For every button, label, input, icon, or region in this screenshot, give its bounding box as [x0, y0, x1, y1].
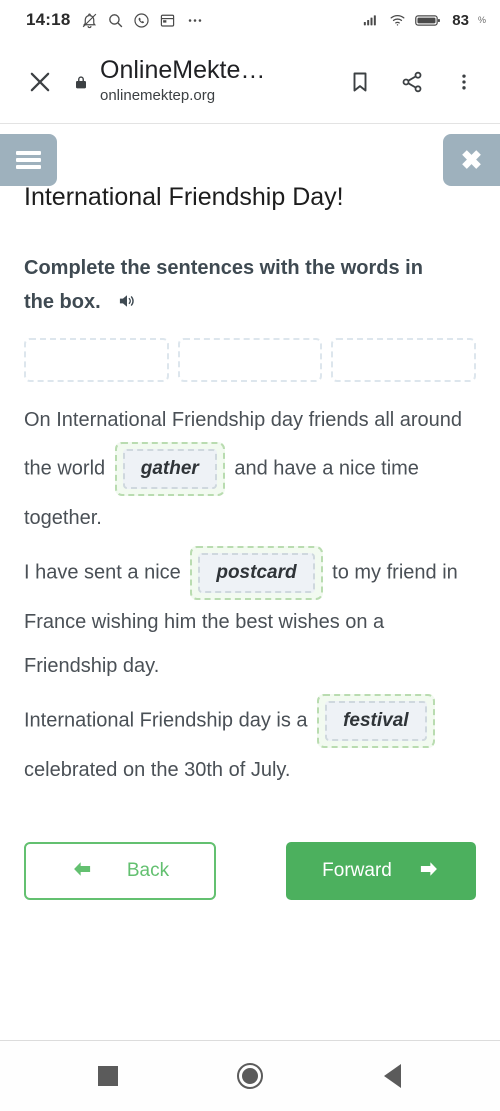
- answer-word-chip[interactable]: gather: [122, 449, 217, 490]
- word-bank-slot[interactable]: [331, 338, 477, 383]
- bookmark-icon[interactable]: [338, 60, 382, 104]
- navigation-buttons: Back Forward: [24, 842, 476, 901]
- status-bar-system-icons: 83 %: [361, 12, 486, 29]
- sentence-item: On International Friendship day friends …: [24, 398, 476, 540]
- lesson-content: ✖ International Friendship Day! Complete…: [0, 124, 500, 1040]
- browser-actions: [338, 60, 486, 104]
- sentence-item: International Friendship day is a festiv…: [24, 694, 476, 792]
- page-title: International Friendship Day!: [24, 183, 344, 211]
- task-instruction: Complete the sentences with the words in…: [24, 251, 424, 322]
- answer-word-chip[interactable]: festival: [325, 701, 427, 742]
- arrow-left-icon: [71, 860, 93, 882]
- back-triangle-icon: [383, 1064, 401, 1088]
- sidebar-menu-button[interactable]: [0, 134, 57, 186]
- more-dots-icon: [185, 12, 205, 29]
- sentence-list: On International Friendship day friends …: [24, 398, 476, 792]
- whatsapp-icon: [133, 12, 150, 29]
- recents-square-icon: [98, 1066, 118, 1086]
- bell-muted-icon: [81, 12, 98, 29]
- arrow-right-icon: [418, 860, 440, 882]
- status-bar-notification-icons: [81, 12, 205, 29]
- close-lesson-button[interactable]: ✖: [443, 134, 500, 186]
- back-button[interactable]: Back: [24, 842, 216, 901]
- close-tab-button[interactable]: [18, 60, 62, 104]
- browser-toolbar: OnlineMekte… onlinemektep.org: [0, 40, 500, 124]
- word-bank-slot[interactable]: [177, 338, 323, 383]
- forward-button[interactable]: Forward: [286, 842, 476, 901]
- wifi-icon: [388, 12, 407, 28]
- battery-percent-unit: %: [477, 15, 486, 25]
- search-icon: [107, 12, 124, 29]
- answer-dropzone[interactable]: festival: [317, 694, 435, 749]
- answer-dropzone[interactable]: gather: [114, 442, 225, 497]
- site-title: OnlineMekte…: [100, 57, 266, 84]
- speaker-icon[interactable]: [116, 288, 138, 322]
- system-back-button[interactable]: [369, 1053, 415, 1099]
- overflow-menu-icon[interactable]: [442, 60, 486, 104]
- android-navigation-bar: [0, 1040, 500, 1111]
- lesson-topbar: ✖: [0, 124, 500, 186]
- status-bar-clock: 14:18: [26, 10, 71, 29]
- site-identity[interactable]: OnlineMekte… onlinemektep.org: [100, 57, 265, 106]
- phone-screen: 14:18 83 % OnlineMekte… onlinemektep.org…: [0, 0, 500, 1111]
- back-button-label: Back: [126, 860, 170, 882]
- battery-icon: [415, 13, 441, 28]
- home-circle-icon: [237, 1063, 263, 1089]
- sentence-item: I have sent a nice postcard to my friend…: [24, 546, 476, 688]
- share-icon[interactable]: [390, 60, 434, 104]
- task-instruction-text: Complete the sentences with the words in…: [24, 257, 423, 314]
- word-bank: [24, 338, 477, 383]
- lock-icon: [68, 73, 94, 91]
- hamburger-icon: [16, 148, 41, 172]
- sentence-text-before: International Friendship day is a: [24, 709, 308, 732]
- calendar-icon: [159, 12, 176, 29]
- forward-button-label: Forward: [322, 860, 392, 882]
- sentence-text-before: I have sent a nice: [24, 561, 181, 584]
- signal-icon: [361, 12, 380, 28]
- answer-dropzone[interactable]: postcard: [190, 546, 323, 601]
- answer-word-chip[interactable]: postcard: [198, 553, 315, 594]
- recents-button[interactable]: [85, 1053, 131, 1099]
- site-url: onlinemektep.org: [100, 86, 216, 104]
- status-bar: 14:18 83 %: [0, 0, 500, 40]
- battery-percent: 83: [452, 11, 469, 29]
- home-button[interactable]: [227, 1053, 273, 1099]
- close-icon: ✖: [460, 145, 483, 175]
- sentence-text-after: celebrated on the 30th of July.: [24, 759, 291, 782]
- word-bank-slot[interactable]: [24, 338, 169, 383]
